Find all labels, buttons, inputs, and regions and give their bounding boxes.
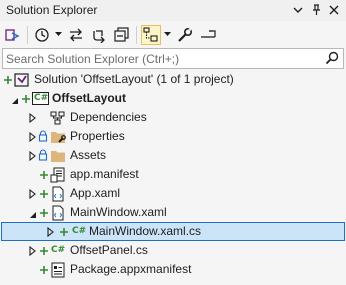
- tree-item-label: Solution 'OffsetLayout' (1 of 1 project): [34, 72, 234, 86]
- tree-item-mainwindow-xaml[interactable]: MainWindow.xaml: [0, 203, 346, 222]
- git-added-icon: [39, 264, 49, 280]
- xaml-file-icon: [50, 186, 66, 202]
- tree-item-label: OffsetPanel.cs: [70, 243, 148, 257]
- sync-with-active-document-icon[interactable]: [66, 25, 86, 45]
- dependencies-icon: [50, 110, 66, 126]
- toolbar-separator: [27, 25, 28, 44]
- tree-item-project[interactable]: C# OffsetLayout: [0, 89, 346, 108]
- git-added-icon: [39, 245, 49, 261]
- tree-item-offsetpanel-cs[interactable]: C# OffsetPanel.cs: [0, 241, 346, 260]
- tree-item-app-xaml[interactable]: App.xaml: [0, 184, 346, 203]
- tree-item-package-appxmanifest[interactable]: Package.appxmanifest: [0, 260, 346, 279]
- lock-icon: [38, 149, 48, 165]
- search-input[interactable]: [6, 50, 306, 67]
- collapsed-arrow-icon: [29, 188, 37, 204]
- refresh-icon[interactable]: [89, 25, 109, 45]
- pending-changes-icon[interactable]: [32, 25, 52, 45]
- csharp-badge: C#: [34, 93, 49, 103]
- git-added-icon: [59, 226, 69, 242]
- collapsed-arrow-icon: [29, 112, 37, 128]
- collapsed-arrow-icon: [29, 245, 37, 261]
- toolbar: [0, 21, 346, 48]
- tree-item-dependencies[interactable]: Dependencies: [0, 108, 346, 127]
- properties-wrench-icon[interactable]: [175, 25, 195, 45]
- auto-hide-pin-icon[interactable]: [308, 2, 324, 18]
- show-all-files-icon[interactable]: [141, 24, 161, 45]
- xaml-file-icon: [50, 205, 66, 221]
- csharp-file-icon: C#: [51, 245, 66, 255]
- git-added-icon: [21, 93, 31, 109]
- properties-folder-icon: [50, 129, 66, 145]
- window-title: Solution Explorer: [6, 3, 98, 17]
- tree-item-label: Assets: [70, 148, 107, 162]
- tree-item-app-manifest[interactable]: app.manifest: [0, 165, 346, 184]
- window-position-dropdown-icon[interactable]: [290, 2, 306, 18]
- chevron-down-icon[interactable]: [164, 25, 171, 45]
- tree-item-solution[interactable]: Solution 'OffsetLayout' (1 of 1 project): [0, 70, 346, 89]
- tree-item-properties[interactable]: Properties: [0, 127, 346, 146]
- appxmanifest-file-icon: [50, 262, 66, 278]
- collapse-all-icon[interactable]: [112, 25, 132, 45]
- csharp-project-icon: C#: [32, 91, 49, 107]
- tree-item-label: MainWindow.xaml.cs: [89, 224, 202, 238]
- tree-item-label: App.xaml: [70, 186, 121, 200]
- title-bar: Solution Explorer: [0, 0, 346, 21]
- solution-icon: [14, 72, 30, 88]
- lock-icon: [38, 130, 48, 146]
- collapsed-arrow-icon: [47, 226, 55, 242]
- search-box[interactable]: [2, 48, 344, 69]
- tree-item-label: Dependencies: [70, 110, 147, 124]
- chevron-down-icon[interactable]: [55, 25, 62, 45]
- switch-views-icon[interactable]: [3, 25, 23, 45]
- tree-item-label: app.manifest: [70, 167, 139, 181]
- tree-item-label: Package.appxmanifest: [70, 262, 192, 276]
- tree-item-assets[interactable]: Assets: [0, 146, 346, 165]
- folder-icon: [50, 148, 66, 164]
- git-added-icon: [39, 169, 49, 185]
- tree-item-label: MainWindow.xaml: [70, 205, 167, 219]
- toolbar-separator: [136, 25, 137, 44]
- collapsed-arrow-icon: [29, 131, 37, 147]
- close-icon[interactable]: [326, 2, 342, 18]
- tree-item-mainwindow-xaml-cs[interactable]: C# MainWindow.xaml.cs: [1, 222, 345, 241]
- tree-item-label: Properties: [70, 129, 125, 143]
- preview-selected-items-icon[interactable]: [198, 25, 218, 45]
- csharp-file-icon: C#: [72, 226, 87, 236]
- git-added-icon: [3, 74, 13, 90]
- collapsed-arrow-icon: [29, 150, 37, 166]
- tree-item-label: OffsetLayout: [52, 91, 127, 105]
- git-added-icon: [39, 207, 49, 223]
- manifest-file-icon: [50, 167, 66, 183]
- search-icon[interactable]: [325, 51, 339, 68]
- git-added-icon: [39, 188, 49, 204]
